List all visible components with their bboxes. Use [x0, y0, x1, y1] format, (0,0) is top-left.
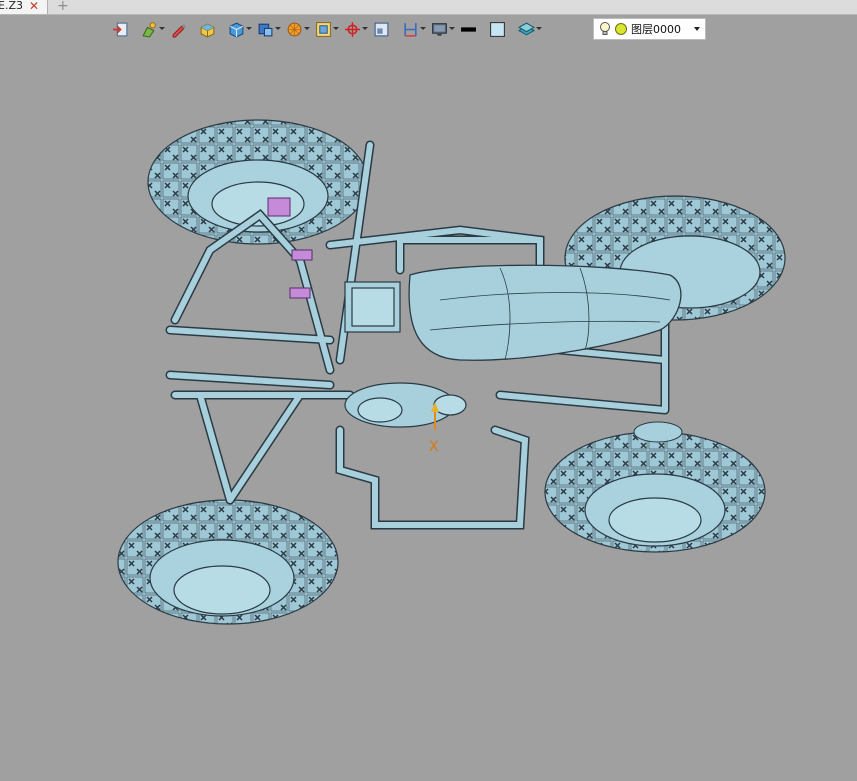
- toolbar: [112, 17, 544, 41]
- seat[interactable]: [408, 264, 682, 361]
- sprocket[interactable]: [633, 421, 683, 443]
- layer-color-icon: [615, 23, 627, 35]
- cube-yellow-icon: [200, 23, 215, 38]
- window-button[interactable]: [373, 18, 399, 40]
- paint-icon: [142, 21, 156, 38]
- pivot-icon: [345, 21, 360, 37]
- chevron-down-icon[interactable]: [362, 27, 368, 30]
- chevron-down-icon[interactable]: [333, 27, 339, 30]
- window-icon: [374, 22, 389, 36]
- tab-file[interactable]: E.Z3 ✕: [0, 0, 49, 14]
- wheel-front-right[interactable]: [117, 499, 339, 625]
- color-swatch-icon: [490, 21, 505, 37]
- chevron-down-icon[interactable]: [275, 27, 281, 30]
- frame-icon: [316, 21, 331, 37]
- line-style-icon: [461, 26, 476, 32]
- dimension-button[interactable]: [402, 18, 428, 40]
- tab-label: E.Z3: [0, 0, 23, 12]
- chevron-down-icon[interactable]: [449, 27, 455, 30]
- cube-blue-icon: [229, 22, 244, 38]
- chevron-down-icon[interactable]: [304, 27, 310, 30]
- chevron-down-icon[interactable]: [159, 27, 165, 30]
- solid-button[interactable]: [257, 18, 283, 40]
- atv-model[interactable]: X: [0, 44, 857, 777]
- cube-blue-button[interactable]: [228, 18, 254, 40]
- chevron-down-icon[interactable]: [246, 27, 252, 30]
- dimension-icon: [404, 22, 417, 37]
- add-tab-icon[interactable]: +: [57, 0, 69, 14]
- pen-icon: [172, 23, 186, 37]
- import-icon: [113, 22, 128, 36]
- chevron-down-icon[interactable]: [420, 27, 426, 30]
- 3d-viewport[interactable]: X: [0, 44, 857, 777]
- display-button[interactable]: [431, 18, 457, 40]
- sphere-orange-icon: [287, 22, 302, 36]
- wheel-rear-left[interactable]: [544, 431, 766, 553]
- layer-stack-button[interactable]: [518, 18, 544, 40]
- line-style-button[interactable]: [460, 18, 486, 40]
- close-icon[interactable]: ✕: [29, 0, 39, 12]
- chevron-down-icon[interactable]: [694, 27, 700, 31]
- pivot-button[interactable]: [344, 18, 370, 40]
- display-icon: [432, 22, 447, 36]
- cube-yellow-button[interactable]: [199, 18, 225, 40]
- tab-bar: E.Z3 ✕ +: [0, 0, 857, 15]
- wheel-front-left[interactable]: [147, 119, 369, 245]
- chevron-down-icon[interactable]: [536, 27, 542, 30]
- layer-stack-icon: [518, 22, 535, 35]
- layer-name: 图层0000: [631, 23, 681, 36]
- import-button[interactable]: [112, 18, 138, 40]
- frame-button[interactable]: [315, 18, 341, 40]
- color-swatch-button[interactable]: [489, 18, 515, 40]
- solid-icon: [258, 23, 273, 36]
- layer-selector[interactable]: 图层0000: [593, 18, 706, 40]
- axis-label: X: [429, 439, 439, 455]
- lightbulb-icon: [600, 22, 610, 35]
- pen-button[interactable]: [170, 18, 196, 40]
- sphere-button[interactable]: [286, 18, 312, 40]
- paint-button[interactable]: [141, 18, 167, 40]
